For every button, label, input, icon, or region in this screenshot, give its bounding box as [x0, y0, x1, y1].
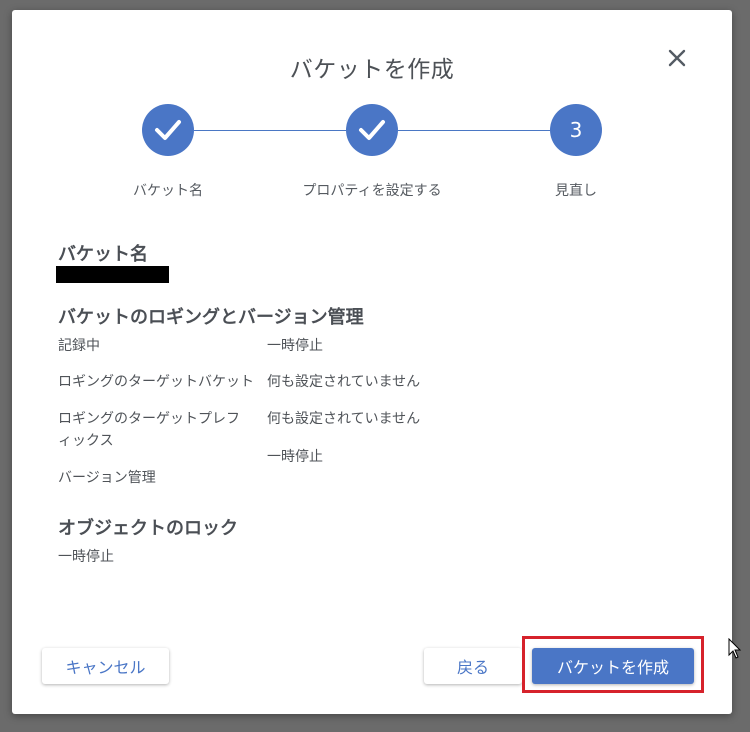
step-3-number: 3 [569, 118, 583, 142]
check-icon [155, 120, 181, 140]
step-3-current: 3 [550, 104, 602, 156]
redacted-bucket-name [56, 266, 169, 283]
close-button[interactable] [662, 43, 692, 73]
dialog-title: バケットを作成 [289, 57, 455, 83]
create-button-highlight [522, 636, 704, 693]
back-button[interactable]: 戻る [424, 648, 522, 684]
mouse-cursor-icon [728, 638, 742, 659]
stepper-connector [398, 130, 550, 131]
check-icon [359, 120, 385, 140]
target-bucket-value: 何も設定されていません [267, 374, 421, 390]
logging-value: 一時停止 [267, 338, 323, 354]
step-1-complete [142, 104, 194, 156]
target-bucket-label: ロギングのターゲットバケット [58, 374, 254, 390]
step-3-label: 見直し [555, 183, 597, 199]
logging-label: 記録中 [58, 338, 100, 354]
step-2-complete [346, 104, 398, 156]
target-prefix-value: 何も設定されていません [267, 411, 421, 427]
bucket-name-heading: バケット名 [58, 244, 148, 265]
logging-versioning-heading: バケットのロギングとバージョン管理 [58, 307, 364, 328]
step-2-label: プロパティを設定する [302, 183, 442, 199]
versioning-label: バージョン管理 [58, 470, 156, 486]
step-1-label: バケット名 [133, 183, 203, 199]
target-prefix-label: ロギングのターゲットプレフィックス [58, 411, 240, 449]
cancel-button[interactable]: キャンセル [42, 648, 169, 684]
create-bucket-dialog: バケットを作成 3 バケット名 プロパティを設定する 見直し バケット名 バケッ… [12, 10, 732, 714]
object-lock-heading: オブジェクトのロック [58, 518, 238, 539]
close-icon [668, 49, 686, 67]
object-lock-value: 一時停止 [58, 549, 114, 565]
stepper-connector [194, 130, 346, 131]
versioning-value: 一時停止 [267, 449, 323, 465]
